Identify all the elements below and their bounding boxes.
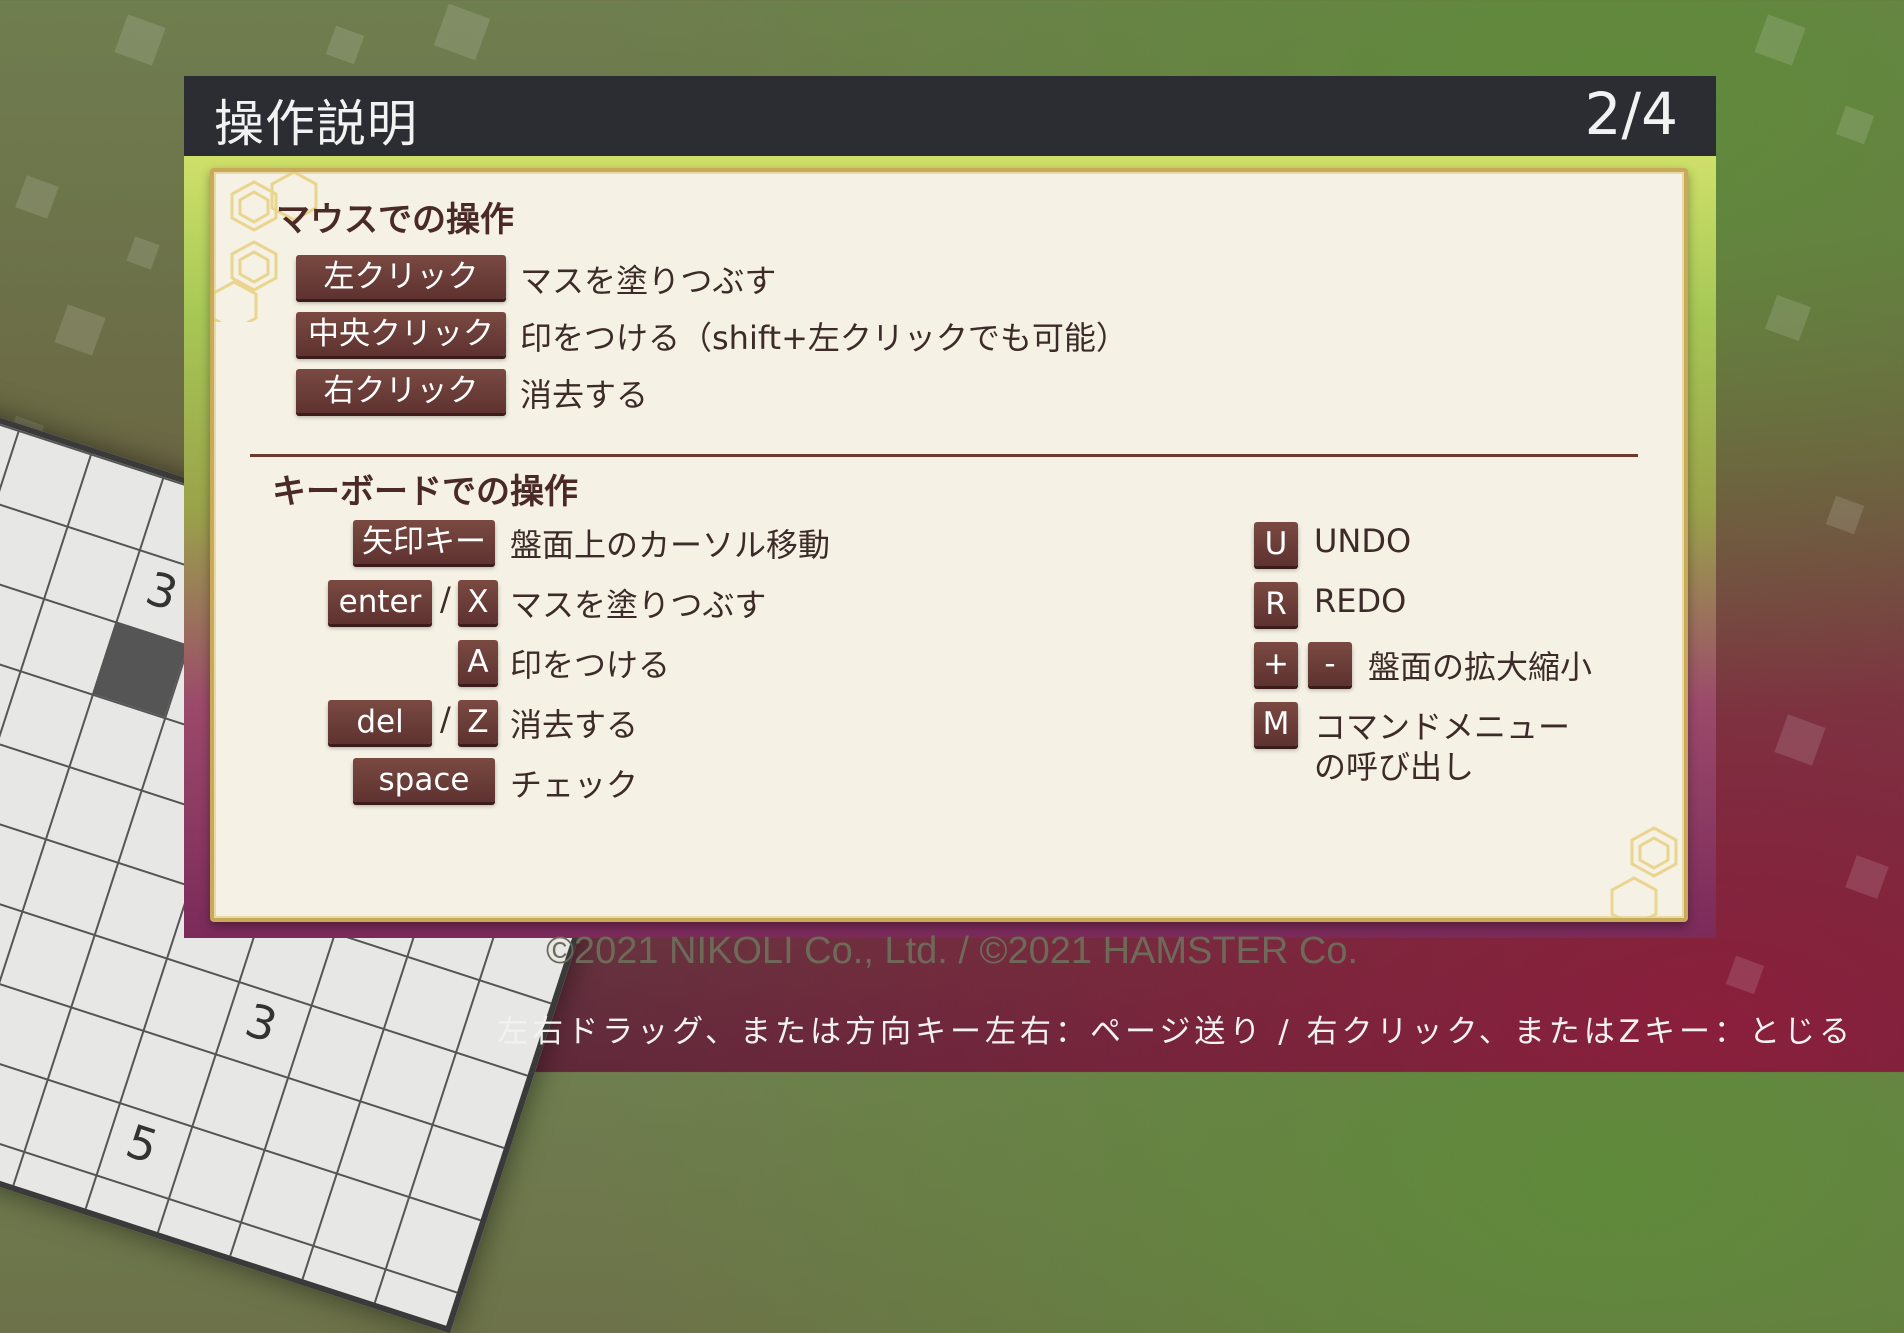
- x-key: X: [458, 580, 498, 624]
- minus-key: -: [1308, 642, 1352, 686]
- r-key: R: [1254, 582, 1298, 626]
- check-desc: チェック: [510, 766, 639, 804]
- key-separator: /: [440, 700, 451, 738]
- key-separator: /: [440, 580, 451, 618]
- copyright-text: ©2021 NIKOLI Co., Ltd. / ©2021 HAMSTER C…: [545, 930, 1359, 972]
- a-key: A: [458, 640, 498, 684]
- board-number: 3: [239, 992, 284, 1054]
- undo-desc: UNDO: [1314, 522, 1412, 560]
- space-key: space: [353, 758, 495, 802]
- del-key: del: [328, 700, 432, 744]
- page-title: 操作説明: [214, 95, 418, 153]
- arrow-key-desc: 盤面上のカーソル移動: [510, 526, 831, 564]
- card-frame: マウスでの操作 左クリック マスを塗りつぶす 中央クリック 印をつける（shif…: [184, 156, 1716, 938]
- left-click-desc: マスを塗りつぶす: [520, 262, 777, 300]
- board-number: 5: [119, 1113, 165, 1175]
- middle-click-key: 中央クリック: [296, 312, 506, 356]
- enter-key: enter: [328, 580, 432, 624]
- z-key: Z: [458, 700, 498, 744]
- arrow-key: 矢印キー: [353, 520, 495, 564]
- keyboard-section-title: キーボードでの操作: [272, 472, 578, 512]
- erase-desc: 消去する: [510, 706, 639, 744]
- panel-header: 操作説明 2/4: [184, 76, 1716, 156]
- mark-desc: 印をつける: [510, 646, 671, 684]
- menu-desc-line2: の呼び出し: [1314, 748, 1475, 786]
- instructions-card: マウスでの操作 左クリック マスを塗りつぶす 中央クリック 印をつける（shif…: [210, 168, 1688, 922]
- right-click-desc: 消去する: [520, 376, 649, 414]
- mouse-section-title: マウスでの操作: [276, 200, 514, 240]
- board-filled-cell: [92, 621, 188, 717]
- instructions-panel: 操作説明 2/4 マウスでの操作 左クリック マスを塗りつぶす 中央クリック 印…: [184, 76, 1716, 938]
- u-key: U: [1254, 522, 1298, 566]
- redo-desc: REDO: [1314, 582, 1407, 620]
- section-divider: [250, 454, 1638, 457]
- right-click-key: 右クリック: [296, 369, 506, 413]
- zoom-desc: 盤面の拡大縮小: [1368, 648, 1593, 686]
- page-indicator: 2/4: [1584, 80, 1678, 148]
- left-click-key: 左クリック: [296, 255, 506, 299]
- middle-click-desc: 印をつける（shift+左クリックでも可能）: [520, 319, 1128, 357]
- hexagon-pattern-icon: [1610, 826, 1678, 918]
- fill-desc: マスを塗りつぶす: [510, 586, 767, 624]
- footer-hint: 左右ドラッグ、または方向キー左右：ページ送り / 右クリック、またはZキー：とじ…: [497, 1014, 1854, 1050]
- plus-key: +: [1254, 642, 1298, 686]
- board-number: 3: [139, 560, 185, 622]
- m-key: M: [1254, 702, 1298, 746]
